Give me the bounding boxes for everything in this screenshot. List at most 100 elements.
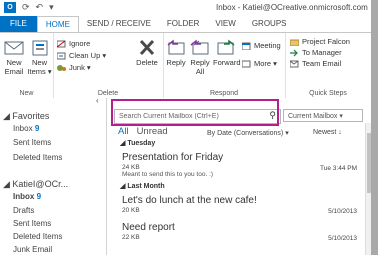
clean-up-button[interactable]: Clean Up ▾ — [56, 51, 107, 61]
acct-sent-items[interactable]: Sent Items — [13, 219, 51, 228]
meeting-button[interactable]: Meeting — [241, 41, 281, 51]
message-item[interactable]: Need report 22 KB 5/10/2013 — [122, 222, 357, 242]
tab-file[interactable]: FILE — [0, 16, 37, 32]
new-email-label: New Email — [4, 58, 24, 76]
account-label: KatieI@OCr... — [12, 179, 69, 189]
acct-drafts[interactable]: Drafts — [13, 206, 34, 215]
group-delete-label: Delete — [97, 90, 119, 97]
message-date: Tue 3:44 PM — [320, 165, 357, 172]
search-highlight-box — [111, 99, 279, 126]
reply-label: Reply — [166, 58, 186, 67]
junk-button[interactable]: Junk ▾ — [57, 63, 91, 73]
message-subject: Presentation for Friday — [122, 152, 224, 163]
account-header[interactable]: ◢ KatieI@OCr... — [3, 179, 68, 190]
forward-button[interactable]: Forward — [213, 39, 241, 67]
search-scope-dropdown[interactable]: Current Mailbox ▾ — [283, 109, 363, 122]
new-items-button[interactable]: New Items ▾ — [27, 39, 52, 76]
new-email-button[interactable]: New Email — [2, 39, 26, 76]
folder-pane: ‹ ◢ Favorites Inbox 9 Sent Items Deleted… — [0, 96, 107, 255]
sort-order-toggle[interactable]: Newest ↓ — [313, 129, 342, 136]
expand-arrow-icon: ◢ — [3, 111, 13, 121]
meeting-icon — [241, 42, 251, 51]
project-falcon-label: Project Falcon — [302, 37, 350, 46]
acct-inbox-count: 9 — [36, 192, 42, 201]
message-subject: Let's do lunch at the new cafe! — [122, 195, 257, 206]
group-respond: Reply Reply All Forward Meeting More ▾ R… — [163, 33, 286, 98]
group-header-tuesday[interactable]: ◢ Tuesday — [120, 139, 155, 147]
sort-by-dropdown[interactable]: By Date (Conversations) ▾ — [207, 129, 289, 137]
message-item[interactable]: Let's do lunch at the new cafe! 20 KB 5/… — [122, 195, 357, 215]
fav-inbox[interactable]: Inbox 9 — [13, 124, 39, 133]
acct-inbox[interactable]: Inbox 9 — [13, 192, 41, 201]
message-preview: Meant to send this to you too. :) — [122, 171, 214, 178]
quick-access-toolbar: O ⟳ ↶ ▾ — [4, 2, 54, 13]
tab-folder[interactable]: FOLDER — [159, 16, 207, 32]
ignore-icon — [56, 40, 66, 48]
group-quick-steps: Project Falcon To Manager Team Email Qui… — [285, 33, 371, 98]
new-email-icon — [4, 39, 24, 56]
more-icon — [241, 60, 251, 68]
group-respond-label: Respond — [209, 90, 239, 97]
quick-step-team-email[interactable]: Team Email — [289, 59, 342, 69]
window-title: Inbox - Katiel@OCreative.onmicrosoft.com — [216, 3, 368, 12]
customize-qat-icon[interactable]: ▾ — [49, 2, 54, 13]
undo-icon[interactable]: ↶ — [36, 2, 44, 13]
filter-bar: All Unread — [118, 126, 168, 137]
acct-inbox-label: Inbox — [13, 192, 35, 201]
outlook-app-icon[interactable]: O — [4, 2, 16, 13]
scrollbar-thumb[interactable] — [367, 133, 371, 193]
message-size: 20 KB — [122, 207, 140, 214]
title-bar: O ⟳ ↶ ▾ Inbox - Katiel@OCreative.onmicro… — [0, 0, 371, 16]
more-button[interactable]: More ▾ — [241, 59, 277, 69]
tab-view[interactable]: VIEW — [207, 16, 243, 32]
acct-junk-email[interactable]: Junk Email — [13, 245, 52, 254]
fav-inbox-count: 9 — [34, 124, 40, 133]
fav-deleted-items[interactable]: Deleted Items — [13, 153, 62, 162]
group-new-label: New — [19, 90, 34, 97]
group-delete: Ignore Clean Up ▾ Junk ▾ Delete Delete — [53, 33, 164, 98]
forward-label: Forward — [213, 58, 241, 67]
group-label: Tuesday — [127, 140, 156, 147]
delete-button[interactable]: Delete — [133, 39, 161, 67]
to-manager-label: To Manager — [302, 48, 342, 57]
new-items-label: New Items ▾ — [27, 58, 52, 76]
message-item[interactable]: Presentation for Friday 24 KB Meant to s… — [122, 152, 357, 178]
junk-icon — [57, 64, 66, 72]
delete-icon — [137, 39, 157, 56]
outlook-window: O ⟳ ↶ ▾ Inbox - Katiel@OCreative.onmicro… — [0, 0, 371, 255]
reply-all-icon — [190, 39, 210, 56]
reply-all-label: Reply All — [190, 58, 210, 76]
tab-home[interactable]: HOME — [36, 16, 79, 32]
message-date: 5/10/2013 — [328, 235, 357, 242]
tab-send-receive[interactable]: SEND / RECEIVE — [79, 16, 159, 32]
clean-up-icon — [56, 52, 66, 60]
forward-icon — [216, 39, 236, 56]
quick-step-to-manager[interactable]: To Manager — [290, 48, 342, 58]
group-new: New Email New Items ▾ New — [0, 33, 54, 98]
filter-all[interactable]: All — [118, 126, 129, 137]
reply-button[interactable]: Reply — [165, 39, 187, 67]
quick-step-project-falcon[interactable]: Project Falcon — [289, 37, 350, 47]
group-label: Last Month — [127, 183, 165, 190]
favorites-header[interactable]: ◢ Favorites — [3, 111, 49, 122]
reply-all-button[interactable]: Reply All — [189, 39, 211, 76]
message-size: 22 KB — [122, 234, 140, 241]
filter-unread[interactable]: Unread — [137, 126, 168, 137]
send-receive-icon[interactable]: ⟳ — [22, 2, 30, 13]
fav-sent-items[interactable]: Sent Items — [13, 138, 51, 147]
ignore-button[interactable]: Ignore — [56, 39, 90, 49]
more-label: More ▾ — [254, 59, 277, 68]
forward-arrow-icon — [290, 49, 299, 57]
collapse-pane-icon[interactable]: ‹ — [96, 96, 99, 105]
email-icon — [289, 60, 299, 68]
group-quick-steps-label: Quick Steps — [309, 90, 347, 97]
acct-deleted-items[interactable]: Deleted Items — [13, 232, 62, 241]
group-header-last-month[interactable]: ◢ Last Month — [120, 182, 165, 190]
tab-groups[interactable]: GROUPS — [244, 16, 295, 32]
meeting-label: Meeting — [254, 41, 281, 50]
message-list-scrollbar[interactable] — [365, 123, 371, 255]
favorites-label: Favorites — [12, 111, 50, 121]
team-email-label: Team Email — [302, 59, 342, 68]
clean-up-label: Clean Up ▾ — [69, 51, 107, 60]
delete-label: Delete — [136, 58, 158, 67]
